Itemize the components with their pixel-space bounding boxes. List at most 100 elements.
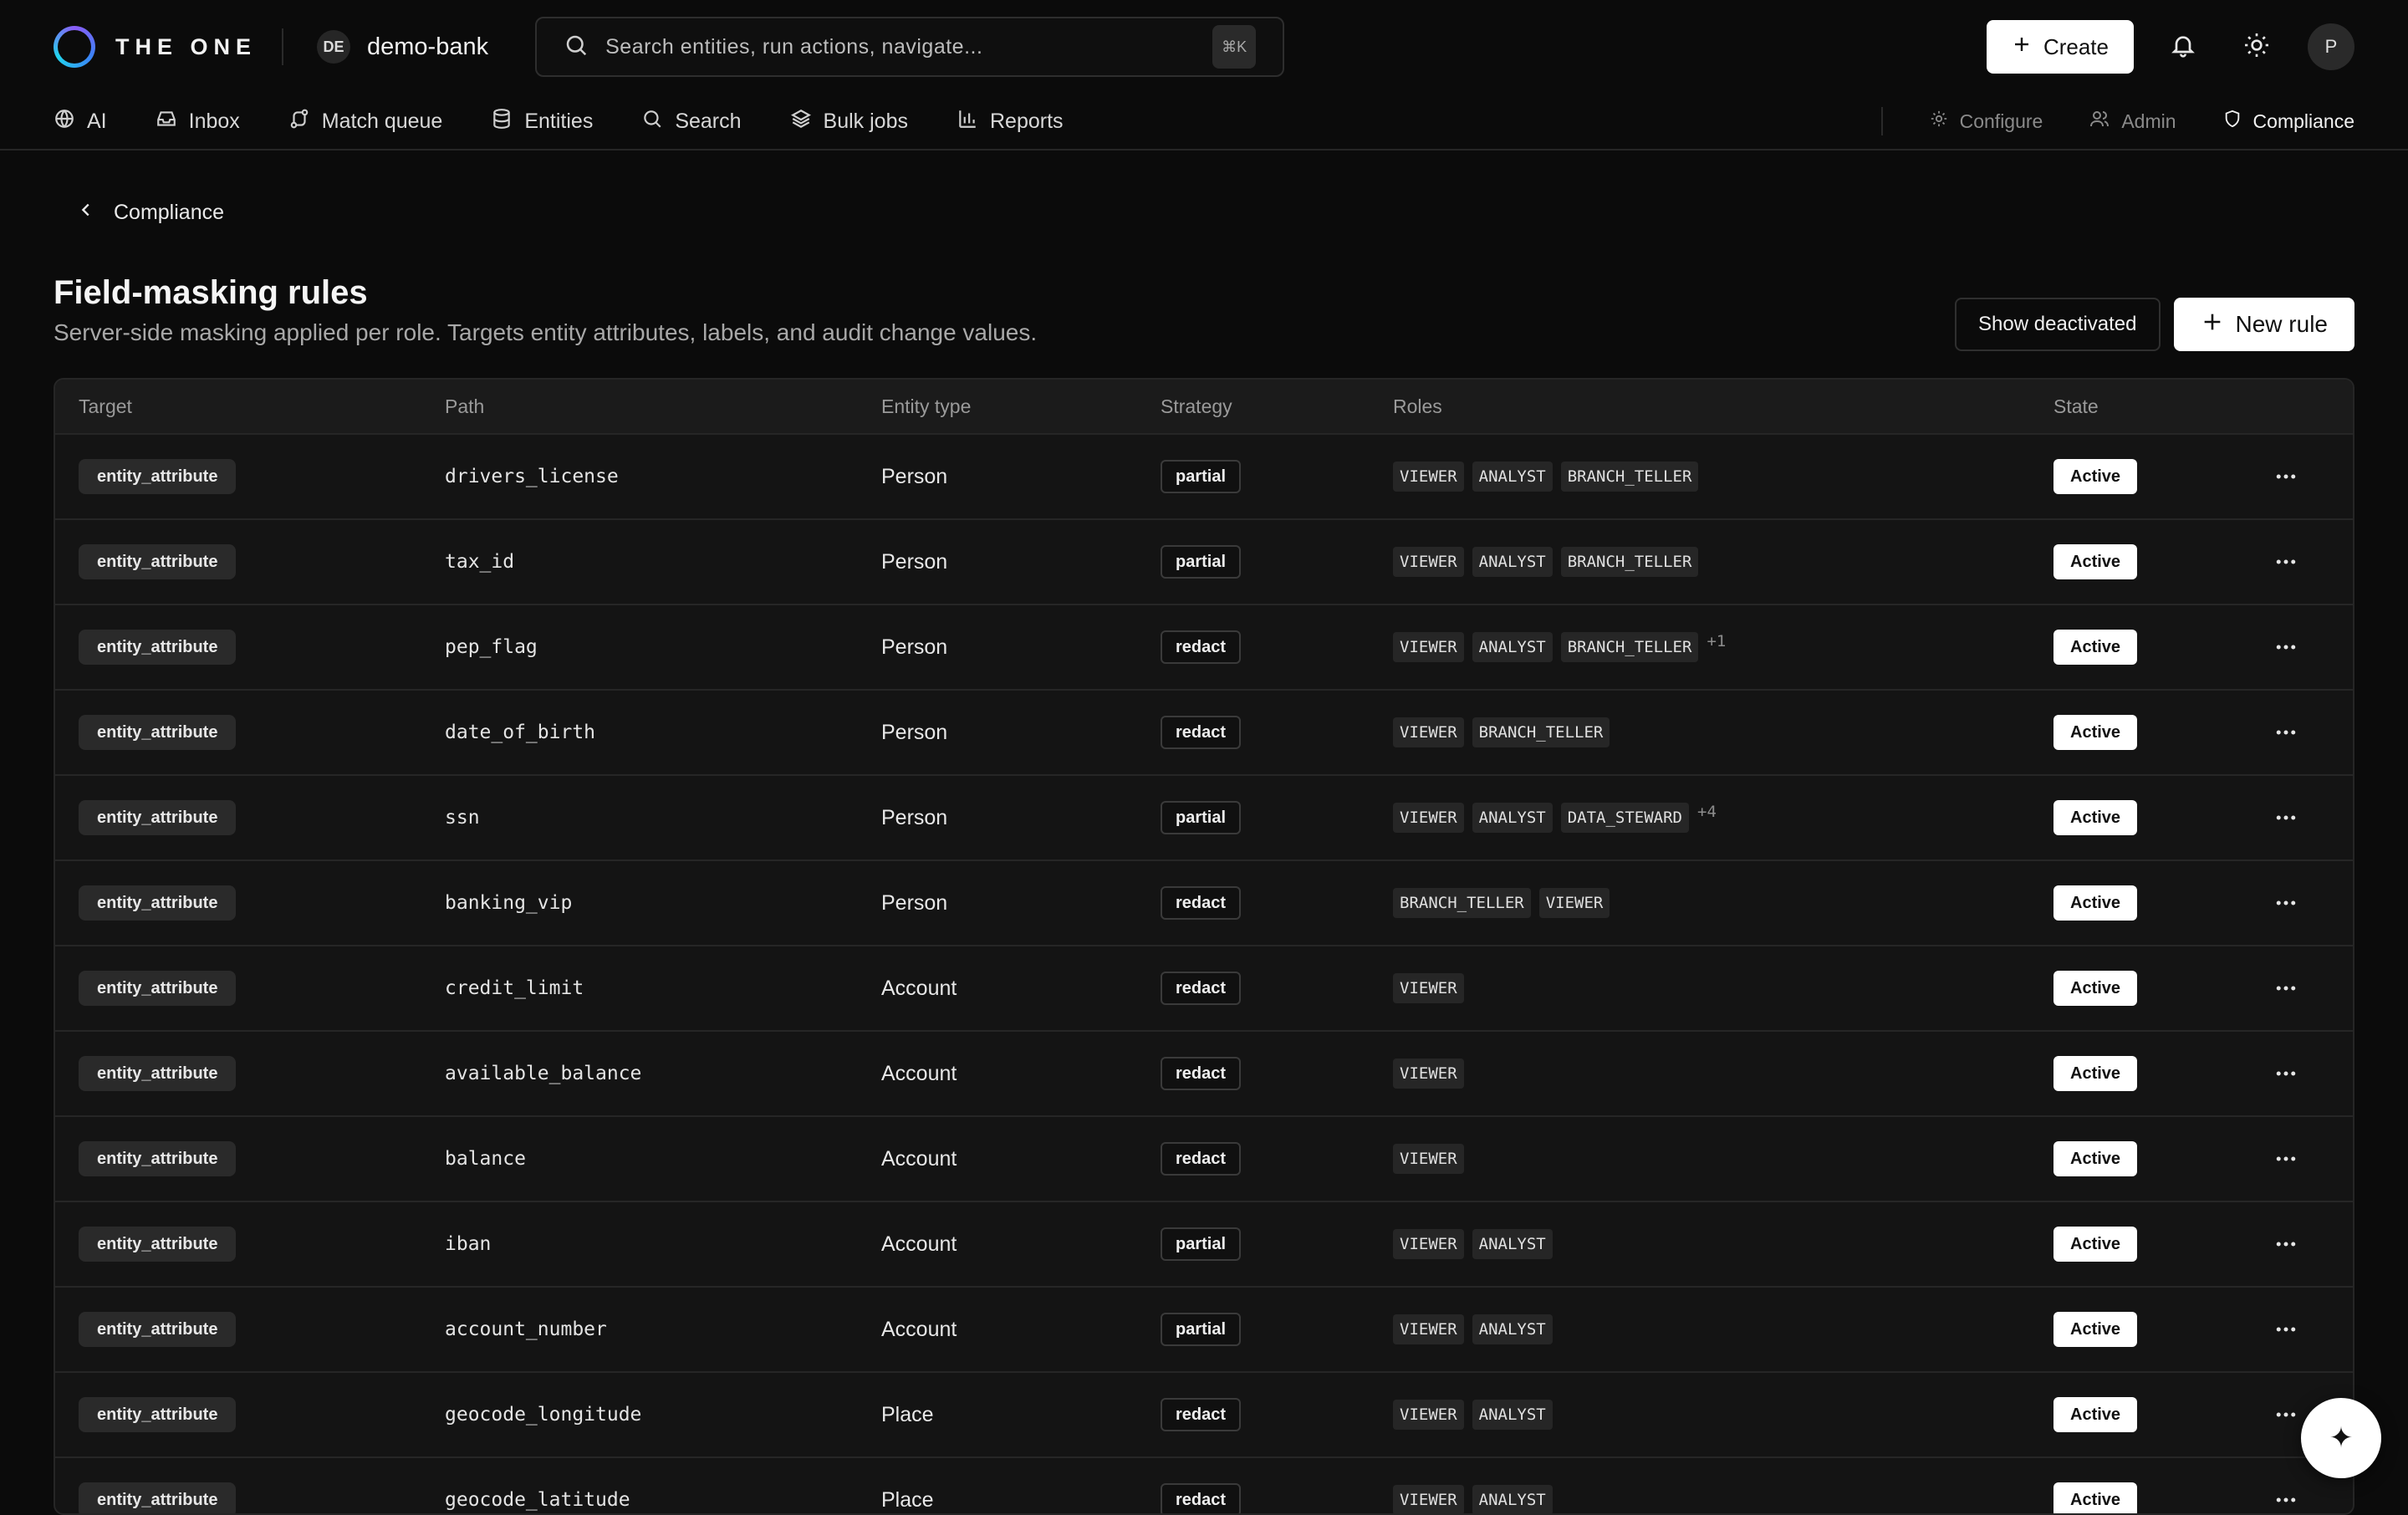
role-tag: ANALYST (1472, 1229, 1553, 1259)
new-rule-button[interactable]: New rule (2173, 298, 2354, 351)
table-body: entity_attribute drivers_license Person par… (55, 435, 2353, 1513)
roles-list: VIEWER ANALYST (1393, 1314, 1553, 1344)
logo-icon[interactable] (54, 26, 95, 68)
breadcrumb-label: Compliance (114, 201, 225, 224)
table-row[interactable]: entity_attribute tax_id Person partial VIEWE… (55, 520, 2353, 605)
entity-type: Place (881, 1402, 934, 1426)
field-path: date_of_birth (445, 722, 596, 743)
table-row[interactable]: entity_attribute drivers_license Person par… (55, 435, 2353, 520)
nav-label: AI (87, 109, 107, 133)
nav-item-configure[interactable]: Configure (1930, 110, 2043, 133)
column-header-target[interactable]: Target (79, 395, 132, 418)
assistant-fab[interactable]: ✦ (2301, 1398, 2381, 1478)
table-row[interactable]: entity_attribute credit_limit Account redac… (55, 946, 2353, 1032)
row-actions-button[interactable] (2271, 888, 2301, 918)
field-path: ssn (445, 807, 480, 829)
nav-label: Bulk jobs (823, 109, 908, 133)
status-badge: Active (2053, 544, 2138, 579)
row-actions-button[interactable] (2271, 1229, 2301, 1259)
more-roles-count[interactable]: +1 (1707, 632, 1726, 650)
nav-item-reports[interactable]: Reports (957, 108, 1064, 135)
table-row[interactable]: entity_attribute geocode_latitude Place red… (55, 1458, 2353, 1513)
column-header-entity-type[interactable]: Entity type (881, 395, 971, 418)
nav-item-compliance[interactable]: Compliance (2223, 110, 2354, 133)
table-row[interactable]: entity_attribute geocode_longitude Place re… (55, 1373, 2353, 1458)
nav-item-bulk-jobs[interactable]: Bulk jobs (790, 108, 908, 135)
table-row[interactable]: entity_attribute available_balance Account… (55, 1032, 2353, 1117)
more-horizontal-icon (2276, 645, 2296, 650)
row-actions-button[interactable] (2271, 632, 2301, 662)
row-actions-button[interactable] (2271, 1400, 2301, 1430)
field-path: account_number (445, 1319, 607, 1340)
row-actions-button[interactable] (2271, 803, 2301, 833)
page-subtitle: Server-side masking applied per role. Ta… (54, 319, 1038, 345)
show-deactivated-button[interactable]: Show deactivated (1955, 298, 2161, 351)
table-row[interactable]: entity_attribute account_number Account par… (55, 1288, 2353, 1373)
more-horizontal-icon (2276, 559, 2296, 564)
status-badge: Active (2053, 630, 2138, 665)
nav-admin-group: Configure Admin Compliance (1880, 107, 2354, 135)
create-button[interactable]: Create (1986, 20, 2134, 74)
role-tag: VIEWER (1538, 888, 1610, 918)
search-placeholder: Search entities, run actions, navigate..… (605, 34, 983, 59)
column-header-strategy[interactable]: Strategy (1161, 395, 1232, 418)
column-header-roles[interactable]: Roles (1393, 395, 1442, 418)
more-horizontal-icon (2276, 1327, 2296, 1332)
nav-item-admin[interactable]: Admin (2089, 109, 2176, 134)
more-horizontal-icon (2276, 1071, 2296, 1076)
row-actions-button[interactable] (2271, 547, 2301, 577)
column-header-state[interactable]: State (2053, 395, 2099, 418)
role-tag: VIEWER (1393, 547, 1464, 577)
table-row[interactable]: entity_attribute iban Account partial VIEWER… (55, 1202, 2353, 1288)
role-tag: VIEWER (1393, 632, 1464, 662)
field-path: geocode_longitude (445, 1404, 642, 1426)
row-actions-button[interactable] (2271, 717, 2301, 747)
more-horizontal-icon (2276, 1412, 2296, 1417)
status-badge: Active (2053, 1312, 2138, 1347)
chevron-left-icon (77, 201, 95, 225)
row-actions-button[interactable] (2271, 1485, 2301, 1513)
strategy-badge: partial (1161, 1313, 1242, 1346)
top-bar: THE ONE DE demo-bank Search entities, ru… (0, 0, 2408, 94)
nav-label: Search (675, 109, 742, 133)
table-row[interactable]: entity_attribute ssn Person partial VIEWER AN… (55, 776, 2353, 861)
table-row[interactable]: entity_attribute pep_flag Person redact VIEW… (55, 605, 2353, 691)
plus-icon (2012, 34, 2032, 60)
status-badge: Active (2053, 1141, 2138, 1176)
role-tag: BRANCH_TELLER (1560, 462, 1699, 492)
role-tag: ANALYST (1472, 632, 1553, 662)
nav-item-match-queue[interactable]: Match queue (288, 108, 442, 135)
nav-item-inbox[interactable]: Inbox (156, 108, 240, 135)
target-badge: entity_attribute (79, 1397, 237, 1432)
table-header: Target Path Entity type Strategy Roles S… (55, 380, 2353, 435)
workspace-switcher[interactable]: DE demo-bank (317, 30, 488, 64)
status-badge: Active (2053, 1397, 2138, 1432)
nav-label: Reports (990, 109, 1064, 133)
nav-item-search[interactable]: Search (641, 108, 742, 135)
nav-item-entities[interactable]: Entities (491, 108, 593, 135)
column-header-path[interactable]: Path (445, 395, 484, 418)
row-actions-button[interactable] (2271, 973, 2301, 1003)
entity-type: Person (881, 549, 948, 574)
table-row[interactable]: entity_attribute balance Account redact VIEW… (55, 1117, 2353, 1202)
more-roles-count[interactable]: +4 (1697, 803, 1717, 821)
row-actions-button[interactable] (2271, 462, 2301, 492)
notifications-button[interactable] (2159, 23, 2207, 71)
row-actions-button[interactable] (2271, 1314, 2301, 1344)
more-horizontal-icon (2276, 474, 2296, 479)
breadcrumb[interactable]: Compliance (77, 201, 224, 225)
theme-toggle[interactable] (2232, 23, 2281, 71)
nav-item-ai[interactable]: AI (54, 108, 107, 135)
strategy-badge: redact (1161, 886, 1242, 920)
row-actions-button[interactable] (2271, 1144, 2301, 1174)
table-row[interactable]: entity_attribute banking_vip Person redact B… (55, 861, 2353, 946)
avatar[interactable]: P (2308, 23, 2354, 70)
strategy-badge: partial (1161, 801, 1242, 834)
role-tag: ANALYST (1472, 1485, 1553, 1513)
field-path: iban (445, 1233, 492, 1255)
global-search[interactable]: Search entities, run actions, navigate..… (535, 17, 1285, 77)
row-actions-button[interactable] (2271, 1058, 2301, 1089)
brand-name: THE ONE (115, 33, 258, 59)
field-path: balance (445, 1148, 526, 1170)
table-row[interactable]: entity_attribute date_of_birth Person redac… (55, 691, 2353, 776)
